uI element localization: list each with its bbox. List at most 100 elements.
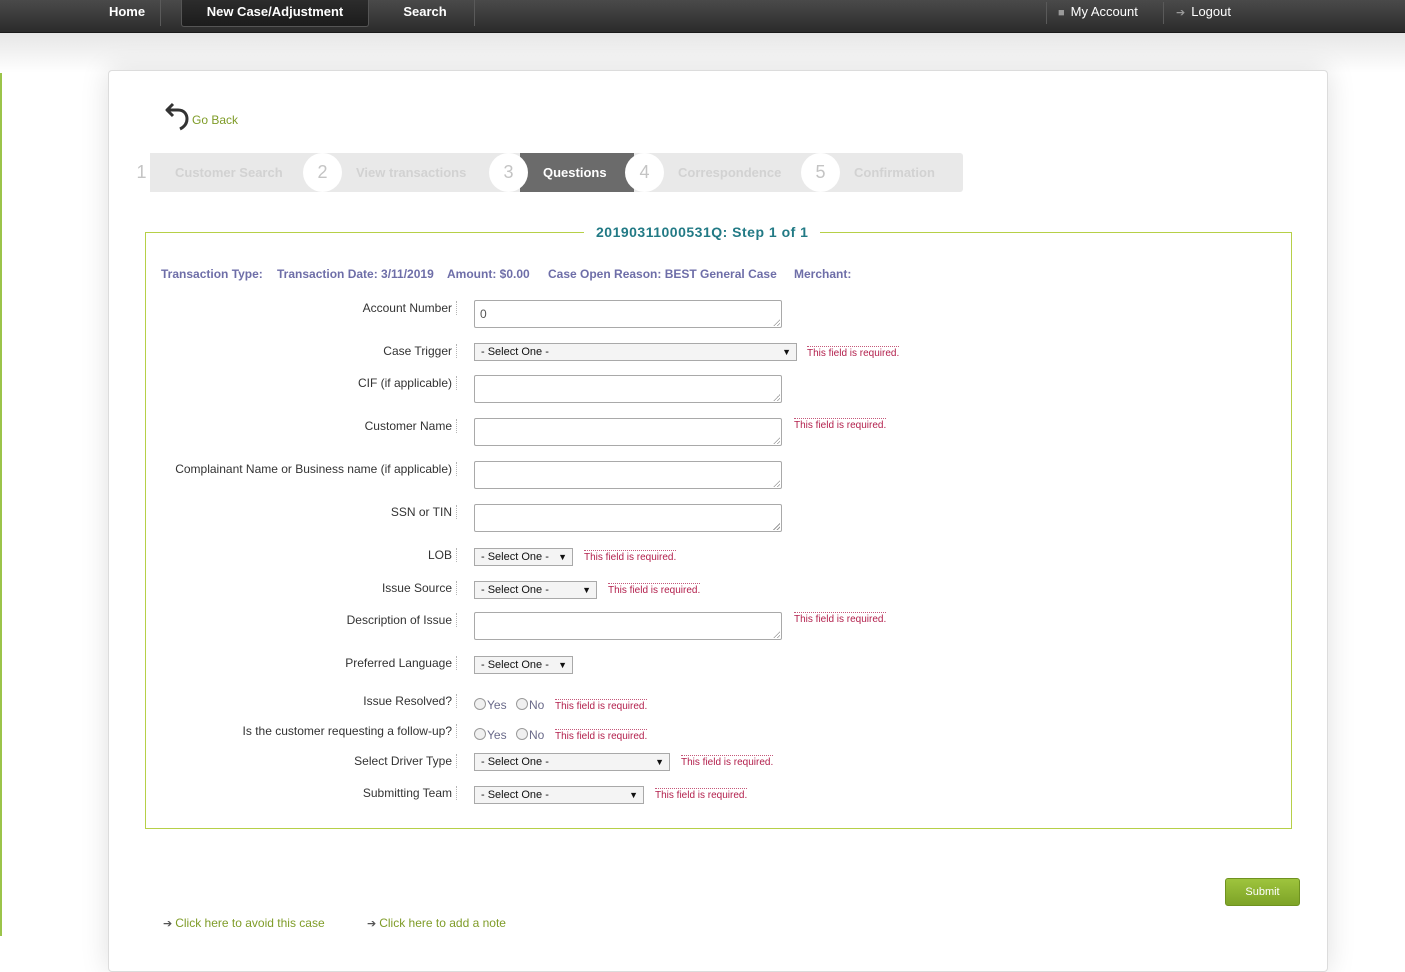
preferred-language-label: Preferred Language xyxy=(345,656,457,670)
resize-grip-icon[interactable] xyxy=(773,631,780,638)
top-nav-shadow xyxy=(0,33,1405,73)
submitting-team-required-msg: This field is required. xyxy=(655,788,748,801)
follow-up-required-msg: This field is required. xyxy=(555,729,648,742)
submitting-team-label: Submitting Team xyxy=(363,786,457,800)
resize-grip-icon[interactable] xyxy=(773,319,780,326)
step-questions[interactable]: Questions xyxy=(543,153,607,193)
issue-resolved-no-radio[interactable]: No xyxy=(516,698,544,712)
submitting-team-value: - Select One - xyxy=(481,789,549,801)
cif-field[interactable] xyxy=(474,375,782,403)
my-account-label: My Account xyxy=(1070,4,1138,19)
step-4-number: 4 xyxy=(625,153,664,192)
meta-merchant: Merchant: xyxy=(794,267,852,281)
step-1-number: 1 xyxy=(136,162,147,182)
driver-type-label: Select Driver Type xyxy=(354,754,457,768)
left-edge-rule xyxy=(0,0,2,936)
no-label: No xyxy=(529,698,545,712)
chevron-down-icon: ▼ xyxy=(655,757,664,767)
chevron-down-icon: ▼ xyxy=(558,552,567,562)
step-customer-search[interactable]: Customer Search xyxy=(175,153,283,193)
arrow-right-icon: ➔ xyxy=(367,918,377,930)
description-of-issue-field[interactable] xyxy=(474,612,782,640)
issue-resolved-required-msg: This field is required. xyxy=(555,699,648,712)
no-label: No xyxy=(529,728,545,742)
radio-circle-icon xyxy=(516,728,528,740)
resize-grip-icon[interactable] xyxy=(773,437,780,444)
ssn-tin-label: SSN or TIN xyxy=(391,505,457,519)
case-trigger-required-msg: This field is required. xyxy=(807,346,900,359)
lob-value: - Select One - xyxy=(481,551,549,563)
preferred-language-value: - Select One - xyxy=(481,659,549,671)
resize-grip-icon[interactable] xyxy=(773,394,780,401)
follow-up-yes-radio[interactable]: Yes xyxy=(474,728,507,742)
step-correspondence[interactable]: Correspondence xyxy=(678,153,781,193)
step-5-number: 5 xyxy=(801,153,840,192)
issue-source-value: - Select One - xyxy=(481,584,549,596)
nav-search[interactable]: Search xyxy=(376,0,475,26)
logout-label: Logout xyxy=(1191,4,1231,19)
complainant-name-field[interactable] xyxy=(474,461,782,489)
meta-case-open-reason: Case Open Reason: BEST General Case xyxy=(548,267,777,281)
radio-circle-icon xyxy=(474,728,486,740)
chevron-down-icon: ▼ xyxy=(782,347,791,357)
issue-resolved-yes-radio[interactable]: Yes xyxy=(474,698,507,712)
radio-circle-icon xyxy=(474,698,486,710)
customer-name-required-msg: This field is required. xyxy=(794,418,887,431)
issue-source-label: Issue Source xyxy=(382,581,457,595)
radio-circle-icon xyxy=(516,698,528,710)
nav-new-case-adjustment[interactable]: New Case/Adjustment xyxy=(181,0,369,27)
cif-label: CIF (if applicable) xyxy=(358,376,457,390)
logout-link[interactable]: ➔ Logout xyxy=(1176,0,1231,26)
add-note-link[interactable]: ➔ Click here to add a note xyxy=(367,916,506,930)
ssn-tin-field[interactable] xyxy=(474,504,782,532)
customer-name-field[interactable] xyxy=(474,418,782,446)
step-confirmation[interactable]: Confirmation xyxy=(854,153,935,193)
issue-resolved-label: Issue Resolved? xyxy=(363,694,457,708)
account-number-field[interactable]: 0 xyxy=(474,300,782,328)
nav-separator xyxy=(1046,2,1047,24)
issue-source-required-msg: This field is required. xyxy=(608,583,701,596)
driver-type-required-msg: This field is required. xyxy=(681,755,774,768)
undo-arrow-icon xyxy=(165,102,189,131)
account-number-label: Account Number xyxy=(363,301,457,315)
avoid-case-link[interactable]: ➔ Click here to avoid this case xyxy=(163,916,325,930)
submit-button[interactable]: Submit xyxy=(1225,878,1300,906)
follow-up-label: Is the customer requesting a follow-up? xyxy=(243,724,457,738)
step-view-transactions[interactable]: View transactions xyxy=(356,153,466,193)
submitting-team-select[interactable]: - Select One - ▼ xyxy=(474,786,644,804)
chevron-down-icon: ▼ xyxy=(629,790,638,800)
meta-transaction-date: Transaction Date: 3/11/2019 xyxy=(277,267,434,281)
yes-label: Yes xyxy=(487,698,507,712)
logout-icon: ➔ xyxy=(1176,7,1186,19)
meta-transaction-type: Transaction Type: xyxy=(161,267,263,281)
driver-type-select[interactable]: - Select One - ▼ xyxy=(474,753,670,771)
preferred-language-select[interactable]: - Select One - ▼ xyxy=(474,656,573,674)
case-trigger-select[interactable]: - Select One - ▼ xyxy=(474,343,797,361)
step-3-number: 3 xyxy=(489,153,528,192)
avoid-case-label: Click here to avoid this case xyxy=(175,916,325,930)
nav-home[interactable]: Home xyxy=(94,0,161,26)
complainant-name-label: Complainant Name or Business name (if ap… xyxy=(175,462,457,476)
lob-select[interactable]: - Select One - ▼ xyxy=(474,548,573,566)
chevron-down-icon: ▼ xyxy=(558,660,567,670)
yes-label: Yes xyxy=(487,728,507,742)
description-of-issue-label: Description of Issue xyxy=(347,613,457,627)
follow-up-no-radio[interactable]: No xyxy=(516,728,544,742)
account-number-value: 0 xyxy=(480,307,487,321)
resize-grip-icon[interactable] xyxy=(773,480,780,487)
chevron-down-icon: ▼ xyxy=(582,585,591,595)
issue-source-select[interactable]: - Select One - ▼ xyxy=(474,581,597,599)
nav-separator xyxy=(1163,2,1164,24)
step-2-number: 2 xyxy=(303,153,342,192)
case-trigger-label: Case Trigger xyxy=(383,344,457,358)
lob-label: LOB xyxy=(428,548,457,562)
form-title: 20190311000531Q: Step 1 of 1 xyxy=(584,224,821,240)
lob-required-msg: This field is required. xyxy=(584,550,677,563)
user-icon: ■ xyxy=(1058,7,1065,19)
my-account-link[interactable]: ■ My Account xyxy=(1058,0,1138,26)
resize-grip-icon[interactable] xyxy=(773,523,780,530)
customer-name-label: Customer Name xyxy=(365,419,457,433)
wizard-stepper: 1 Customer Search 2 View transactions 3 … xyxy=(126,153,963,192)
driver-type-value: - Select One - xyxy=(481,756,549,768)
case-trigger-value: - Select One - xyxy=(481,346,549,358)
